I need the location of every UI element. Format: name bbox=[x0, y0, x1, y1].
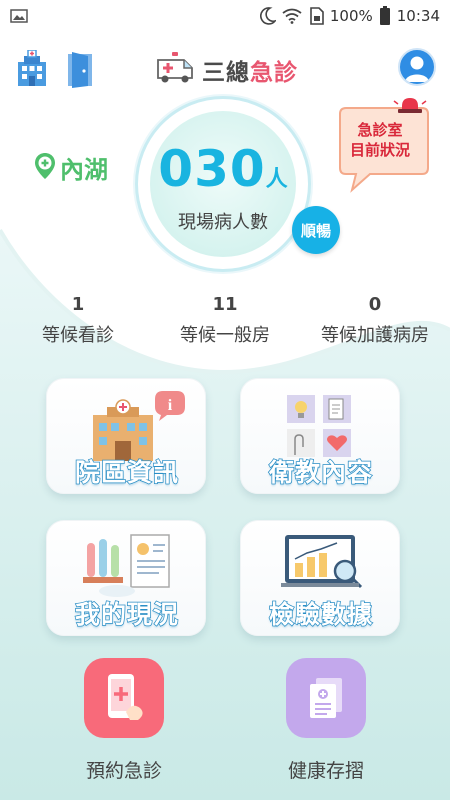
status-badge: 順暢 bbox=[292, 206, 340, 254]
health-passbook-icon bbox=[286, 658, 366, 738]
my-status-card[interactable]: 我的現況 bbox=[46, 520, 206, 636]
lab-data-card[interactable]: 檢驗數據 bbox=[240, 520, 400, 636]
image-icon bbox=[10, 9, 28, 23]
sim-icon bbox=[308, 7, 324, 25]
patient-count-unit: 人 bbox=[265, 167, 288, 192]
patient-count-number: 030 bbox=[158, 140, 266, 198]
battery-percent: 100% bbox=[329, 7, 373, 25]
patient-count-label: 現場病人數 bbox=[178, 212, 268, 233]
moon-icon bbox=[259, 7, 276, 25]
lab-data-label: 檢驗數據 bbox=[268, 599, 373, 630]
status-bar: 100% 10:34 bbox=[0, 0, 450, 32]
waiting-general-ward: 11 等候一般房 bbox=[180, 294, 270, 346]
clock: 10:34 bbox=[396, 7, 440, 25]
hospital-icon[interactable] bbox=[14, 49, 50, 92]
battery-icon bbox=[379, 6, 391, 26]
hospital-info-label: 院區資訊 bbox=[74, 457, 179, 488]
location-name: 內湖 bbox=[60, 156, 108, 184]
brand-title: 三總急診 bbox=[202, 60, 298, 86]
door-icon[interactable] bbox=[66, 50, 96, 92]
location[interactable]: 內湖 bbox=[34, 150, 108, 185]
health-passbook-label: 健康存摺 bbox=[287, 760, 364, 782]
health-passbook-button[interactable]: 健康存摺 bbox=[266, 658, 386, 783]
health-education-label: 衛教內容 bbox=[268, 457, 373, 488]
waiting-consultation: 1 等候看診 bbox=[42, 294, 114, 346]
hospital-info-card[interactable]: i 院區資訊 bbox=[46, 378, 206, 494]
book-er-button[interactable]: 預約急診 bbox=[64, 658, 184, 783]
health-education-card[interactable]: 衛教內容 bbox=[240, 378, 400, 494]
book-er-label: 預約急診 bbox=[85, 760, 162, 782]
er-status-label: 急診室 目前狀況 bbox=[349, 121, 410, 159]
waiting-icu: 0 等候加護病房 bbox=[321, 294, 429, 346]
patient-count: 030人 bbox=[150, 140, 296, 198]
my-status-label: 我的現況 bbox=[74, 599, 179, 630]
app-header: 三總急診 bbox=[0, 42, 450, 98]
svg-text:i: i bbox=[168, 397, 173, 414]
siren-icon bbox=[393, 98, 427, 113]
user-avatar-icon[interactable] bbox=[398, 48, 436, 86]
wifi-icon bbox=[282, 8, 302, 24]
phone-medical-icon bbox=[84, 658, 164, 738]
ambulance-icon bbox=[154, 52, 196, 88]
brand-logo: 三總急診 bbox=[154, 52, 298, 88]
location-pin-icon bbox=[34, 152, 56, 184]
